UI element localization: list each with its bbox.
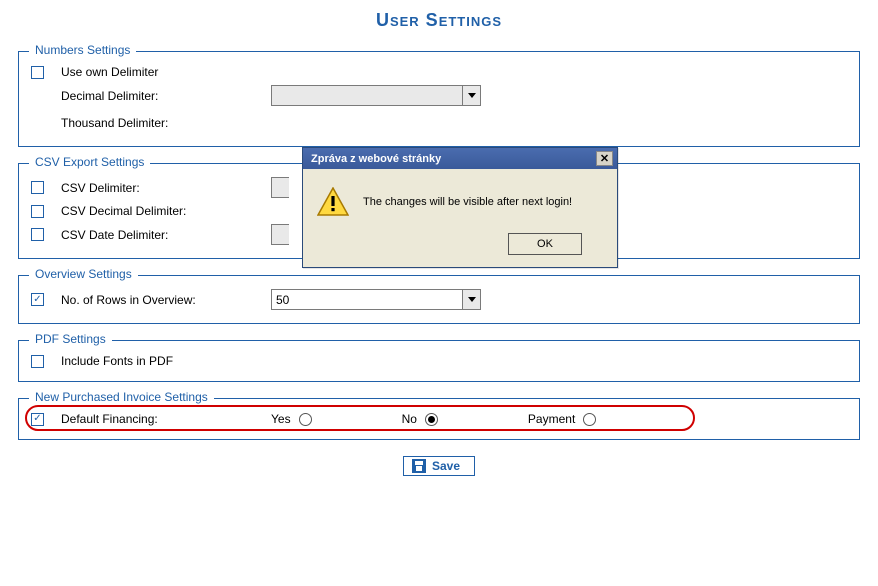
- fieldset-overview: Overview Settings ✓ No. of Rows in Overv…: [18, 275, 860, 324]
- fieldset-numbers: Numbers Settings Use own Delimiter Decim…: [18, 51, 860, 147]
- checkbox-rows-overview[interactable]: ✓: [31, 293, 44, 306]
- chevron-down-icon: [462, 86, 480, 105]
- select-rows-overview-value: 50: [276, 293, 289, 307]
- ok-button[interactable]: OK: [508, 233, 582, 255]
- chevron-down-icon: [462, 290, 480, 309]
- label-use-own-delimiter: Use own Delimiter: [61, 65, 271, 79]
- radio-yes[interactable]: [299, 413, 312, 426]
- label-csv-decimal: CSV Decimal Delimiter:: [61, 204, 271, 218]
- checkbox-csv-decimal[interactable]: [31, 205, 44, 218]
- label-decimal-delimiter: Decimal Delimiter:: [61, 89, 271, 103]
- checkbox-include-fonts[interactable]: [31, 355, 44, 368]
- partial-input-csv-delimiter: [271, 177, 289, 198]
- checkbox-csv-date[interactable]: [31, 228, 44, 241]
- legend-csv: CSV Export Settings: [29, 155, 150, 169]
- legend-numbers: Numbers Settings: [29, 43, 136, 57]
- checkbox-csv-delimiter[interactable]: [31, 181, 44, 194]
- fieldset-npi: New Purchased Invoice Settings ✓ Default…: [18, 398, 860, 440]
- radio-no[interactable]: [425, 413, 438, 426]
- fieldset-pdf: PDF Settings Include Fonts in PDF: [18, 340, 860, 382]
- radio-label-payment: Payment: [528, 412, 575, 426]
- radio-payment[interactable]: [583, 413, 596, 426]
- warning-icon: [317, 187, 349, 217]
- legend-pdf: PDF Settings: [29, 332, 112, 346]
- alert-dialog: Zpráva z webové stránky ✕ The changes wi…: [302, 147, 618, 268]
- label-csv-date: CSV Date Delimiter:: [61, 228, 271, 242]
- dialog-titlebar[interactable]: Zpráva z webové stránky ✕: [303, 148, 617, 169]
- close-icon: ✕: [600, 152, 609, 165]
- save-icon: [412, 459, 426, 473]
- label-rows-overview: No. of Rows in Overview:: [61, 293, 271, 307]
- radio-label-no: No: [402, 412, 417, 426]
- select-rows-overview[interactable]: 50: [271, 289, 481, 310]
- label-csv-delimiter: CSV Delimiter:: [61, 181, 271, 195]
- label-include-fonts: Include Fonts in PDF: [61, 354, 271, 368]
- close-button[interactable]: ✕: [596, 151, 613, 166]
- radio-label-yes: Yes: [271, 412, 291, 426]
- save-button[interactable]: Save: [403, 456, 475, 476]
- legend-npi: New Purchased Invoice Settings: [29, 390, 214, 404]
- page-title: User Settings: [0, 10, 878, 31]
- partial-input-csv-date: [271, 224, 289, 245]
- legend-overview: Overview Settings: [29, 267, 138, 281]
- label-thousand-delimiter: Thousand Delimiter:: [61, 116, 271, 130]
- dialog-title: Zpráva z webové stránky: [311, 153, 441, 165]
- save-button-label: Save: [432, 459, 460, 473]
- select-decimal-delimiter[interactable]: [271, 85, 481, 106]
- dialog-message: The changes will be visible after next l…: [363, 196, 572, 208]
- label-default-financing: Default Financing:: [61, 412, 271, 426]
- checkbox-use-own-delimiter[interactable]: [31, 66, 44, 79]
- checkbox-default-financing[interactable]: ✓: [31, 413, 44, 426]
